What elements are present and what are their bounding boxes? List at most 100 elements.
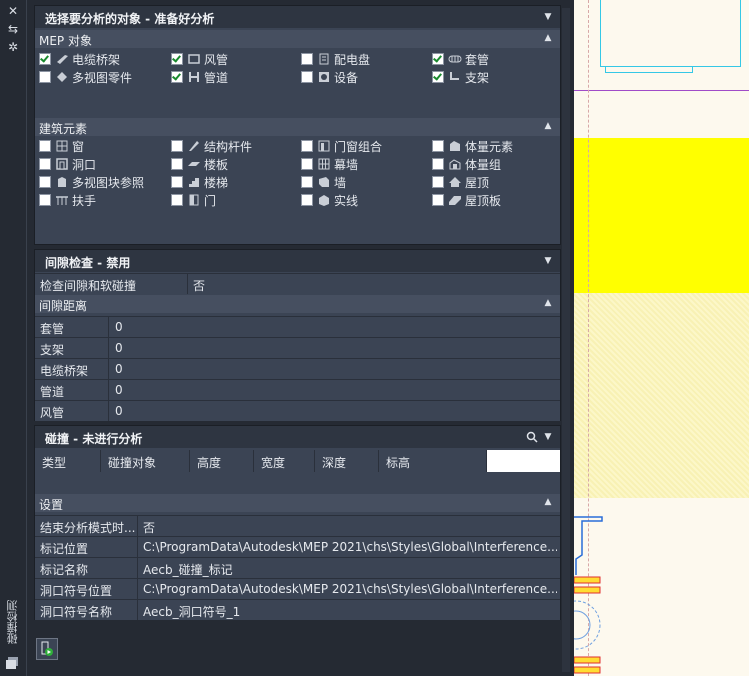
checkbox[interactable] [432,53,444,65]
chevron-up-icon[interactable]: ▲ [542,496,554,508]
chevron-up-icon[interactable]: ▲ [542,120,554,132]
checkbox-item[interactable]: 结构杆件 [171,137,252,155]
checkbox[interactable] [432,140,444,152]
properties-icon[interactable]: ✲ [6,40,20,54]
checkbox-item[interactable]: 门 [171,191,216,209]
collision-column-header[interactable]: 类型 [35,450,101,472]
checkbox-item[interactable]: 管道 [171,68,228,86]
checkbox-item[interactable]: 设备 [301,68,358,86]
checkbox[interactable] [432,194,444,206]
clearance-distance-row[interactable]: 套管 0 [35,316,560,337]
checkbox-item[interactable]: 屋顶板 [432,191,501,209]
settings-row-value[interactable]: C:\ProgramData\Autodesk\MEP 2021\chs\Sty… [143,582,557,596]
clearance-distance-row[interactable]: 电缆桥架 0 [35,358,560,379]
collision-column-header[interactable]: 宽度 [254,450,315,472]
collision-column-header[interactable]: 标高 [379,450,487,472]
checkbox[interactable] [39,194,51,206]
clearance-distance-row[interactable]: 支架 0 [35,337,560,358]
chevron-down-icon[interactable]: ▼ [542,431,554,443]
analysis-section-header[interactable]: 选择要分析的对象 - 准备好分析 ▼ [35,6,560,28]
distance-value[interactable]: 0 [115,341,123,355]
collision-column-header[interactable]: 高度 [190,450,254,472]
checkbox[interactable] [301,158,313,170]
checkbox[interactable] [432,176,444,188]
checkbox-item[interactable]: 配电盘 [301,50,370,68]
checkbox[interactable] [39,176,51,188]
checkbox-item[interactable]: 墙 [301,173,346,191]
opening-icon [55,157,69,171]
checkbox-item[interactable]: 风管 [171,50,228,68]
checkbox[interactable] [432,71,444,83]
settings-row[interactable]: 标记位置 C:\ProgramData\Autodesk\MEP 2021\chs… [35,536,560,557]
chevron-up-icon[interactable]: ▲ [542,297,554,309]
check-clearance-row[interactable]: 检查间隙和软碰撞 否 [35,273,560,294]
auto-hide-icon[interactable]: ⇆ [6,22,20,36]
collision-section-header[interactable]: 碰撞 - 未进行分析 ▼ [35,426,560,448]
settings-row[interactable]: 标记名称 Aecb_碰撞_标记 [35,557,560,578]
checkbox[interactable] [301,71,313,83]
checkbox[interactable] [301,194,313,206]
settings-row[interactable]: 洞口符号名称 Aecb_洞口符号_1 [35,599,560,620]
checkbox-item[interactable]: 幕墙 [301,155,358,173]
distance-value[interactable]: 0 [115,383,123,397]
zoom-icon[interactable] [526,431,538,443]
settings-row-value[interactable]: 否 [143,519,557,536]
checkbox[interactable] [301,140,313,152]
settings-row[interactable]: 结束分析模式时... 否 [35,515,560,536]
checkbox-item[interactable]: 套管 [432,50,489,68]
check-clearance-value[interactable]: 否 [193,277,205,294]
checkbox[interactable] [171,176,183,188]
checkbox-item[interactable]: 电缆桥架 [39,50,120,68]
close-icon[interactable]: ✕ [6,4,20,18]
checkbox[interactable] [171,53,183,65]
arch-elements-header[interactable]: 建筑元素 ▲ [35,118,560,136]
checkbox[interactable] [171,194,183,206]
run-analysis-button[interactable] [36,638,58,660]
checkbox-item[interactable]: 实线 [301,191,358,209]
checkbox-item[interactable]: 窗 [39,137,84,155]
clearance-distance-header[interactable]: 间隙距离 ▲ [35,295,560,313]
checkbox[interactable] [171,158,183,170]
checkbox[interactable] [301,176,313,188]
collision-column-header[interactable]: 深度 [315,450,379,472]
checkbox-item[interactable]: 多视图块参照 [39,173,144,191]
checkbox[interactable] [39,71,51,83]
checkbox-item[interactable]: 楼板 [171,155,228,173]
checkbox-item[interactable]: 支架 [432,68,489,86]
checkbox-label: 多视图零件 [72,70,133,85]
mep-objects-header[interactable]: MEP 对象 ▲ [35,30,560,48]
checkbox-item[interactable]: 扶手 [39,191,96,209]
multiview-block-icon [55,175,69,189]
palette-stack-icon[interactable] [5,656,19,670]
checkbox[interactable] [171,71,183,83]
chevron-up-icon[interactable]: ▲ [542,32,554,44]
collision-column-header[interactable]: 碰撞对象 [101,450,190,472]
checkbox-item[interactable]: 洞口 [39,155,96,173]
palette-scrollbar[interactable] [562,8,570,672]
checkbox-item[interactable]: 楼梯 [171,173,228,191]
clearance-distance-row[interactable]: 风管 0 [35,400,560,421]
settings-row[interactable]: 洞口符号位置 C:\ProgramData\Autodesk\MEP 2021\c… [35,578,560,599]
settings-row-value[interactable]: C:\ProgramData\Autodesk\MEP 2021\chs\Sty… [143,540,557,554]
checkbox[interactable] [432,158,444,170]
checkbox[interactable] [39,158,51,170]
checkbox-item[interactable]: 体量元素 [432,137,513,155]
checkbox[interactable] [39,140,51,152]
chevron-down-icon[interactable]: ▼ [542,11,554,23]
chevron-down-icon[interactable]: ▼ [542,255,554,267]
distance-value[interactable]: 0 [115,320,123,334]
settings-row-value[interactable]: Aecb_洞口符号_1 [143,603,557,620]
checkbox-item[interactable]: 体量组 [432,155,501,173]
checkbox-item[interactable]: 门窗组合 [301,137,382,155]
distance-value[interactable]: 0 [115,362,123,376]
clearance-section-header[interactable]: 间隙检查 - 禁用 ▼ [35,250,560,272]
settings-header[interactable]: 设置 ▲ [35,494,560,512]
checkbox-item[interactable]: 屋顶 [432,173,489,191]
clearance-distance-row[interactable]: 管道 0 [35,379,560,400]
checkbox[interactable] [301,53,313,65]
checkbox[interactable] [39,53,51,65]
checkbox[interactable] [171,140,183,152]
settings-row-value[interactable]: Aecb_碰撞_标记 [143,561,557,578]
distance-value[interactable]: 0 [115,404,123,418]
checkbox-item[interactable]: 多视图零件 [39,68,132,86]
